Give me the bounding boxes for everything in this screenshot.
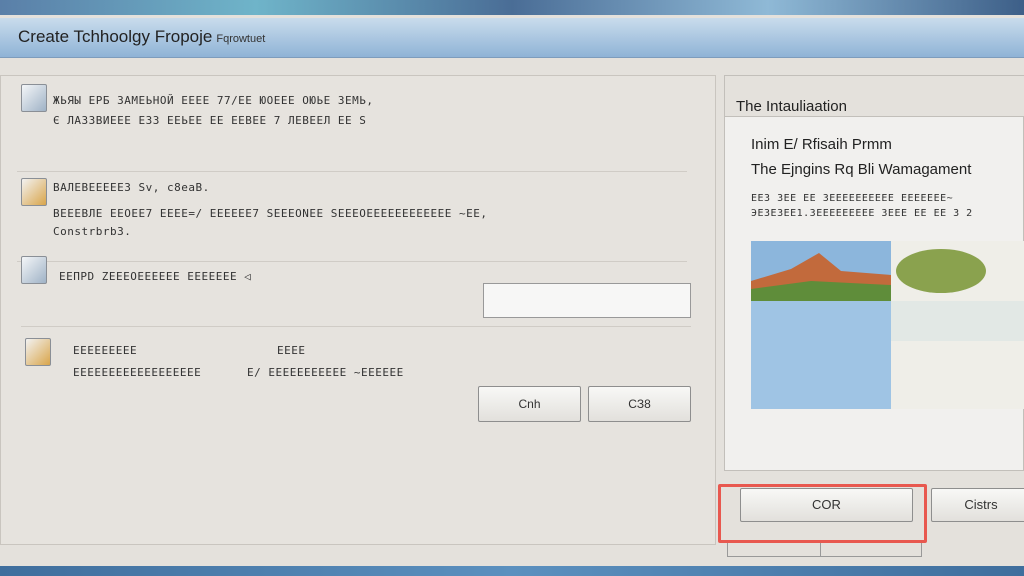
section2-line3: Constrbrb3. bbox=[53, 225, 132, 238]
settings-panel: ЖЬЯЫ ЕРБ ЗАМЕЬНОЙ ЕЕЕЕ 77/ЕЕ ЮОЕЕЕ ОЮЬЕ … bbox=[0, 75, 716, 545]
section4-line1: ЕЕЕЕЕЕЕЕЕ bbox=[73, 344, 138, 357]
status-segment bbox=[727, 543, 922, 557]
top-strip bbox=[0, 0, 1024, 15]
title-suffix: Fqrowtuet bbox=[216, 33, 266, 45]
preview-desc-line1: ЕЕЗ ЗЕЕ ЕЕ ЗЕЕЕЕЕЕЕЕЕЕ ЕЕЕЕЕЕЕ~ bbox=[751, 193, 954, 204]
left-button-2[interactable]: CЗ8 bbox=[588, 386, 691, 422]
computer-icon bbox=[21, 84, 47, 112]
divider bbox=[17, 171, 687, 172]
section1-line2: Є ЛАЗЗВИЕЕЕ ЕЗЗ ЕЕЬЕЕ ЕЕ ЕЕВЕЕ 7 ЛЕВЕЕЛ … bbox=[53, 114, 367, 127]
divider bbox=[21, 326, 691, 327]
preview-desc-line2: ЭЕЗЕЗЕЕ1.ЗЕЕЕЕЕЕЕЕЕ ЗЕЕЕ ЕЕ ЕЕ 3 2 bbox=[751, 208, 973, 219]
section4-line2: ЕЕЕЕЕЕЕЕЕЕЕЕЕЕЕЕЕЕ bbox=[73, 366, 202, 379]
preview-panel: The Intauliaation Inim E/ Rfisaih Prmm T… bbox=[724, 75, 1024, 471]
preview-title-line2: The Ejngins Rq Bli Wamagament bbox=[751, 161, 972, 178]
preview-header: The Intauliaation bbox=[725, 76, 1024, 117]
divider bbox=[17, 261, 687, 262]
folder-icon bbox=[21, 178, 47, 206]
left-button-1[interactable]: Cnh bbox=[478, 386, 581, 422]
title-text: Create Tchhoolgy Fropoje bbox=[18, 27, 213, 46]
taskbar bbox=[0, 566, 1024, 576]
section3-label: ЕЕПРD ZЕЕЕОЕЕЕЕЕЕ ЕЕЕЕЕЕЕ ◁ bbox=[59, 270, 252, 283]
secondary-button[interactable]: Cistrs bbox=[931, 488, 1024, 522]
section4-col2-line2: E/ ЕЕЕЕЕЕЕЕЕЕЕ ~ЕЕЕЕЕЕ bbox=[247, 366, 404, 379]
landscape-image bbox=[751, 241, 1024, 409]
divider bbox=[820, 543, 821, 557]
section4-col2-line1: ЕЕЕЕ bbox=[277, 344, 306, 357]
window-title: Create Tchhoolgy Fropoje Fqrowtuet bbox=[18, 27, 265, 47]
section2-line2: ВЕЕЕВЛЕ ЕЕОЕЕ7 ЕЕЕЕ=/ ЕЕЕЕЕЕ7 SЕЕЕОNЕЕ S… bbox=[53, 207, 488, 220]
section1-line1: ЖЬЯЫ ЕРБ ЗАМЕЬНОЙ ЕЕЕЕ 77/ЕЕ ЮОЕЕЕ ОЮЬЕ … bbox=[53, 94, 374, 107]
primary-button[interactable]: COR bbox=[740, 488, 913, 522]
preview-title-line1: Inim E/ Rfisaih Prmm bbox=[751, 136, 892, 153]
text-input[interactable] bbox=[483, 283, 691, 318]
image-icon bbox=[25, 338, 51, 366]
section2-line1: ВАЛЕВЕЕЕЕЕЗ Sv, c8eaB. bbox=[53, 181, 210, 194]
document-icon bbox=[21, 256, 47, 284]
